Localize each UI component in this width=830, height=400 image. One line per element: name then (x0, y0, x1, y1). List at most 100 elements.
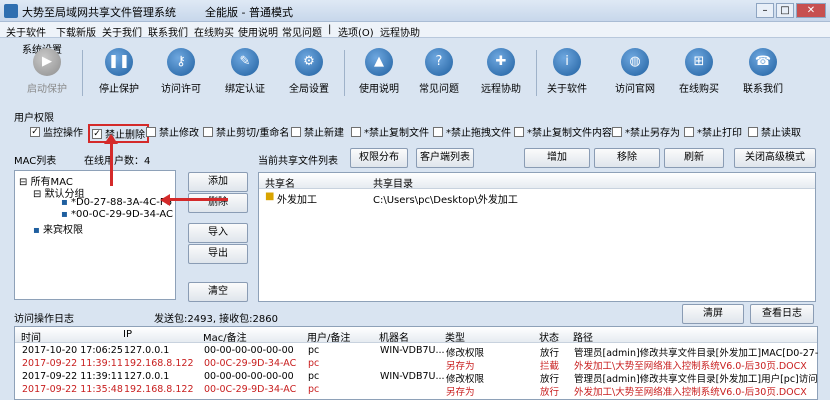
global-settings-button[interactable]: ⚙ 全局设置 (278, 48, 340, 100)
menu-item-download[interactable]: 下载新版 (56, 24, 96, 39)
perm-no-delete[interactable]: ✓ 禁止删除 (88, 124, 149, 143)
checkbox[interactable] (291, 126, 301, 137)
remote-assist-label: 远程协助 (481, 84, 521, 95)
mac-import-button[interactable]: 导入 (188, 223, 248, 243)
col-type[interactable]: 类型 (445, 329, 465, 344)
checkbox-checked[interactable]: ✓ (30, 126, 40, 137)
checkbox[interactable] (684, 126, 694, 137)
advanced-mode-button[interactable]: 关闭高级模式 (734, 148, 816, 168)
buy-online-button[interactable]: ⊞ 在线购买 (668, 48, 730, 100)
title-bar: 大势至局域网共享文件管理系统 全能版 - 普通模式 – □ ✕ (0, 0, 830, 22)
col-share-path[interactable]: 共享目录 (373, 175, 413, 190)
perm-no-read[interactable]: 禁止读取 (748, 124, 801, 139)
share-remove-button[interactable]: 移除 (594, 148, 660, 168)
mac-add-button[interactable]: 添加 (188, 172, 248, 192)
tree-item-mac-1[interactable]: ▪ *D0-27-88-3A-4C-F6 (61, 197, 172, 208)
log-row[interactable]: 2017-09-22 11:35:48 192.168.8.122 00-0C-29… (18, 384, 818, 398)
perm-dist-button[interactable]: 权限分布 (350, 148, 408, 168)
share-add-button[interactable]: 增加 (524, 148, 590, 168)
client-list-button[interactable]: 客户端列表 (416, 148, 474, 168)
menu-item-about-us[interactable]: 关于我们 (102, 24, 142, 39)
tree-item-mac-2[interactable]: ▪ *00-0C-29-9D-34-AC (61, 209, 173, 220)
menu-item-about-software[interactable]: 关于软件 (6, 24, 46, 39)
menu-item-remote[interactable]: 远程协助 (380, 24, 420, 39)
log-row[interactable]: 2017-10-20 17:06:25 127.0.0.1 00-00-00-00-… (18, 345, 818, 359)
perm-no-print[interactable]: *禁止打印 (684, 124, 742, 139)
mac-delete-button[interactable]: 删除 (188, 193, 248, 213)
maximize-button[interactable]: □ (776, 3, 794, 18)
bind-auth-label: 绑定认证 (225, 84, 265, 95)
help-icon: ✚ (487, 48, 515, 76)
arrow-head-up (104, 134, 118, 144)
perm-label: 禁止新建 (304, 128, 344, 139)
stop-protect-label: 停止保护 (99, 84, 139, 95)
col-status[interactable]: 状态 (539, 329, 559, 344)
perm-label: 监控操作 (43, 128, 83, 139)
log-header: 时间 IP Mac/备注 用户/备注 机器名 类型 状态 路径 (15, 327, 817, 344)
menu-item-faq[interactable]: 常见问题 (282, 24, 322, 39)
col-path[interactable]: 路径 (573, 329, 593, 344)
checkbox[interactable] (612, 126, 622, 137)
toolbar-separator (344, 50, 345, 96)
checkbox[interactable] (203, 126, 213, 137)
col-share-name[interactable]: 共享名 (265, 175, 295, 190)
col-host[interactable]: 机器名 (379, 329, 409, 344)
faq-button[interactable]: ? 常见问题 (408, 48, 470, 100)
pause-icon: ❚❚ (105, 48, 133, 76)
remote-assist-button[interactable]: ✚ 远程协助 (470, 48, 532, 100)
shares-header: 共享名 共享目录 (259, 173, 815, 190)
access-permit-button[interactable]: ⚷ 访问许可 (150, 48, 212, 100)
folder-icon: ■ (265, 191, 275, 202)
menu-item-manual[interactable]: 使用说明 (238, 24, 278, 39)
checkbox[interactable] (351, 126, 361, 137)
perm-no-modify[interactable]: 禁止修改 (146, 124, 199, 139)
perm-no-create[interactable]: 禁止新建 (291, 124, 344, 139)
share-refresh-button[interactable]: 刷新 (664, 148, 724, 168)
close-button[interactable]: ✕ (796, 3, 826, 18)
perm-monitor[interactable]: ✓ 监控操作 (30, 124, 83, 139)
checkbox[interactable] (146, 126, 156, 137)
question-icon: ? (425, 48, 453, 76)
arrow-head-left (160, 194, 170, 206)
perm-no-save-as[interactable]: *禁止另存为 (612, 124, 680, 139)
mac-export-button[interactable]: 导出 (188, 244, 248, 264)
log-clear-button[interactable]: 清屏 (682, 304, 744, 324)
perm-no-copy-file[interactable]: *禁止复制文件 (351, 124, 429, 139)
start-protect-button[interactable]: ▶ 启动保护 (16, 48, 78, 100)
packet-stats: 发送包:2493, 接收包:2860 (154, 314, 278, 325)
perm-label: *禁止另存为 (625, 128, 680, 139)
lock-icon: ✎ (231, 48, 259, 76)
share-row[interactable]: ■ 外发加工 C:\Users\pc\Desktop\外发加工 (259, 190, 815, 206)
col-ip[interactable]: IP (123, 329, 132, 340)
log-row[interactable]: 2017-09-22 11:39:11 192.168.8.122 00-0C-29… (18, 358, 818, 372)
mac-tree[interactable]: ⊟ 所有MAC ⊟ 默认分组 ▪ *D0-27-88-3A-4C-F6 ▪ *0… (14, 170, 176, 300)
checkbox[interactable] (514, 126, 524, 137)
faq-label: 常见问题 (419, 84, 459, 95)
stop-protect-button[interactable]: ❚❚ 停止保护 (88, 48, 150, 100)
mac-clear-button[interactable]: 清空 (188, 282, 248, 302)
checkbox[interactable] (748, 126, 758, 137)
col-mac[interactable]: Mac/备注 (203, 329, 247, 344)
contact-us-button[interactable]: ☎ 联系我们 (732, 48, 794, 100)
checkbox[interactable] (433, 126, 443, 137)
perm-no-cut-rename[interactable]: 禁止剪切/重命名 (203, 124, 289, 139)
computer-icon: ▪ (61, 209, 68, 220)
minimize-button[interactable]: – (756, 3, 774, 18)
perm-no-copy-content[interactable]: *禁止复制文件内容 (514, 124, 612, 139)
menu-item-contact[interactable]: 联系我们 (148, 24, 188, 39)
manual-label: 使用说明 (359, 84, 399, 95)
view-log-button[interactable]: 查看日志 (750, 304, 814, 324)
visit-site-button[interactable]: ◍ 访问官网 (604, 48, 666, 100)
about-software-button[interactable]: i 关于软件 (536, 48, 598, 100)
bind-auth-button[interactable]: ✎ 绑定认证 (214, 48, 276, 100)
tree-item-guest[interactable]: ▪ 来宾权限 (33, 221, 83, 236)
manual-button[interactable]: ▲ 使用说明 (348, 48, 410, 100)
col-time[interactable]: 时间 (21, 329, 41, 344)
menu-item-buy[interactable]: 在线购买 (194, 24, 234, 39)
perm-no-drag[interactable]: *禁止拖拽文件 (433, 124, 511, 139)
perm-label: *禁止打印 (697, 128, 742, 139)
log-row[interactable]: 2017-09-22 11:39:11 127.0.0.1 00-00-00-00-… (18, 371, 818, 385)
checkbox-checked[interactable]: ✓ (92, 128, 102, 139)
menu-item-options[interactable]: 选项(O) (338, 24, 374, 39)
col-user[interactable]: 用户/备注 (307, 329, 350, 344)
